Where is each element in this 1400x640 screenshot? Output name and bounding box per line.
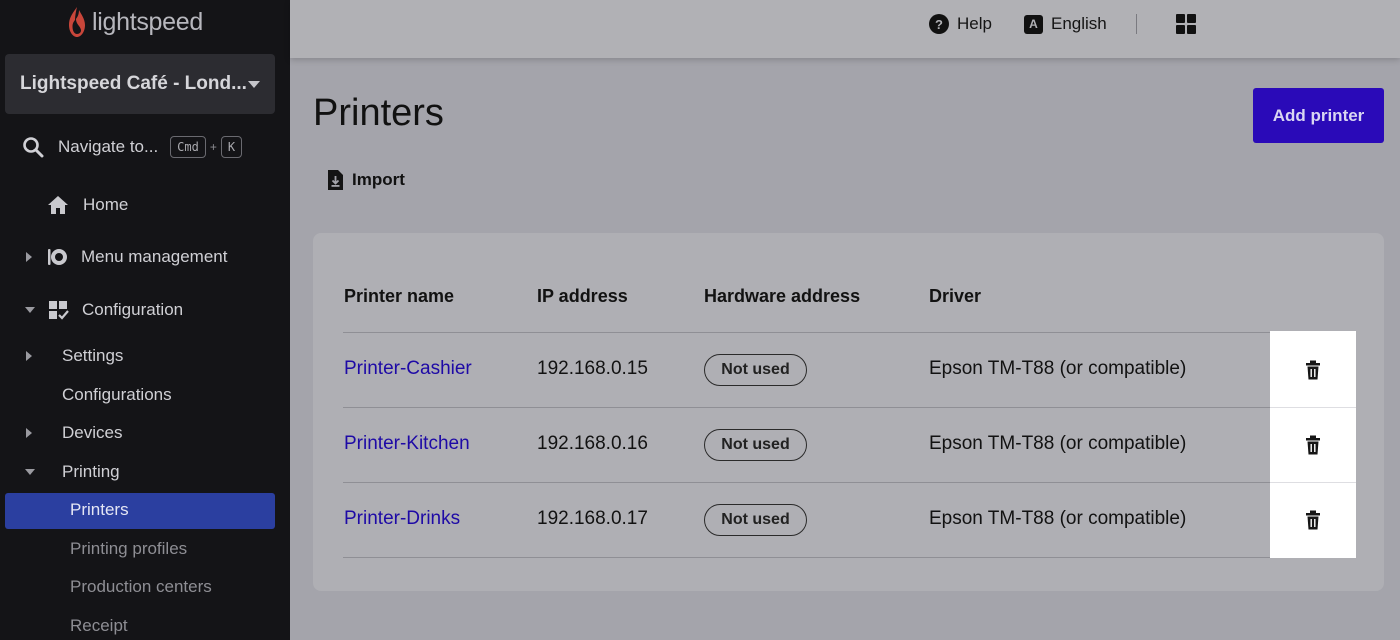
sidebar-item-label: Configuration [82,300,184,319]
sidebar-item-printing-profiles[interactable]: Printing profiles [70,539,187,559]
help-button[interactable]: ? Help [929,13,992,35]
expand-arrow-icon [26,428,32,438]
printer-name-link[interactable]: Printer-Kitchen [344,433,470,455]
navigate-label: Navigate to... [58,137,159,156]
sidebar-item-label: Receipt [70,616,128,635]
hardware-status-badge: Not used [704,429,807,461]
printer-name-link[interactable]: Printer-Drinks [344,508,460,530]
hardware-status-badge: Not used [704,354,807,386]
column-header-driver[interactable]: Driver [929,286,981,307]
delete-trash-icon[interactable] [1305,510,1321,530]
action-divider [1270,482,1356,483]
location-name: Lightspeed Café - Lond... [20,73,247,94]
expand-arrow-icon [26,252,32,262]
sidebar-item-label: Settings [62,346,124,365]
sidebar-item-label: Printing profiles [70,539,188,558]
driver-cell: Epson TM-T88 (or compatible) [929,358,1187,379]
sidebar-item-printing[interactable]: Printing [25,462,120,482]
help-icon: ? [929,14,949,34]
collapse-arrow-icon [25,469,35,475]
sidebar-item-production-centers[interactable]: Production centers [70,577,212,597]
sidebar-item-label: Production centers [70,577,212,596]
add-printer-button[interactable]: Add printer [1253,88,1384,143]
sidebar: lightspeed Lightspeed Café - Lond... Nav… [0,0,290,640]
shortcut-key-k: K [220,136,243,158]
home-icon [48,196,68,214]
ip-address-cell: 192.168.0.17 [537,508,648,529]
delete-trash-icon[interactable] [1305,360,1321,380]
navigate-search[interactable]: Navigate to... Cmd + K [22,134,243,160]
sidebar-item-devices[interactable]: Devices [26,423,122,443]
brand-wordmark: lightspeed [92,7,203,36]
location-selector[interactable]: Lightspeed Café - Lond... [5,54,275,114]
caret-down-icon [248,80,260,88]
sidebar-item-printers-label-wrap[interactable]: Printers [70,500,129,520]
menu-plate-icon [48,249,67,265]
hardware-status-badge: Not used [704,504,807,536]
sidebar-item-configuration[interactable]: Configuration [25,300,183,320]
shortcut-plus: + [209,140,217,154]
search-icon [23,137,44,158]
column-header-hardware-address[interactable]: Hardware address [704,286,860,307]
table-row-divider [343,557,1356,558]
expand-arrow-icon [26,351,32,361]
language-label: English [1051,14,1107,33]
sidebar-item-label: Configurations [62,385,172,404]
page-title: Printers [313,92,444,134]
language-selector[interactable]: A English [1024,13,1107,35]
language-icon: A [1024,14,1043,34]
ip-address-cell: 192.168.0.15 [537,358,648,379]
driver-cell: Epson TM-T88 (or compatible) [929,508,1187,529]
collapse-arrow-icon [25,307,35,313]
sidebar-item-settings[interactable]: Settings [26,346,123,366]
column-header-printer-name[interactable]: Printer name [344,286,454,307]
sidebar-item-printers[interactable] [5,493,275,529]
delete-trash-icon[interactable] [1305,435,1321,455]
sidebar-item-configurations[interactable]: Configurations [62,385,172,405]
apps-grid-icon[interactable] [1176,14,1196,34]
help-label: Help [957,14,992,33]
row-actions-column [1270,331,1356,558]
shortcut-key-cmd: Cmd [170,136,206,158]
sidebar-item-home[interactable]: Home [47,195,128,215]
sidebar-item-label: Home [83,195,129,214]
brand-logo[interactable]: lightspeed [66,4,203,40]
sidebar-item-label: Menu management [81,247,228,266]
import-button[interactable]: Import [326,169,405,191]
import-label: Import [352,170,405,189]
configuration-icon [49,301,69,320]
flame-logo-icon [69,7,85,37]
action-divider [1270,407,1356,408]
table-header-divider [343,332,1356,333]
top-bar: ? Help A English [290,0,1400,58]
column-header-ip-address[interactable]: IP address [537,286,628,307]
topbar-divider [1136,14,1137,34]
table-row-divider [343,407,1356,408]
printer-name-link[interactable]: Printer-Cashier [344,358,472,380]
sidebar-item-receipt[interactable]: Receipt [70,616,128,636]
sidebar-item-label: Devices [62,423,123,442]
driver-cell: Epson TM-T88 (or compatible) [929,433,1187,454]
sidebar-item-label: Printers [70,500,129,519]
table-row-divider [343,482,1356,483]
sidebar-item-label: Printing [62,462,120,481]
ip-address-cell: 192.168.0.16 [537,433,648,454]
sidebar-item-menu-management[interactable]: Menu management [26,247,227,267]
import-file-icon [328,170,343,190]
